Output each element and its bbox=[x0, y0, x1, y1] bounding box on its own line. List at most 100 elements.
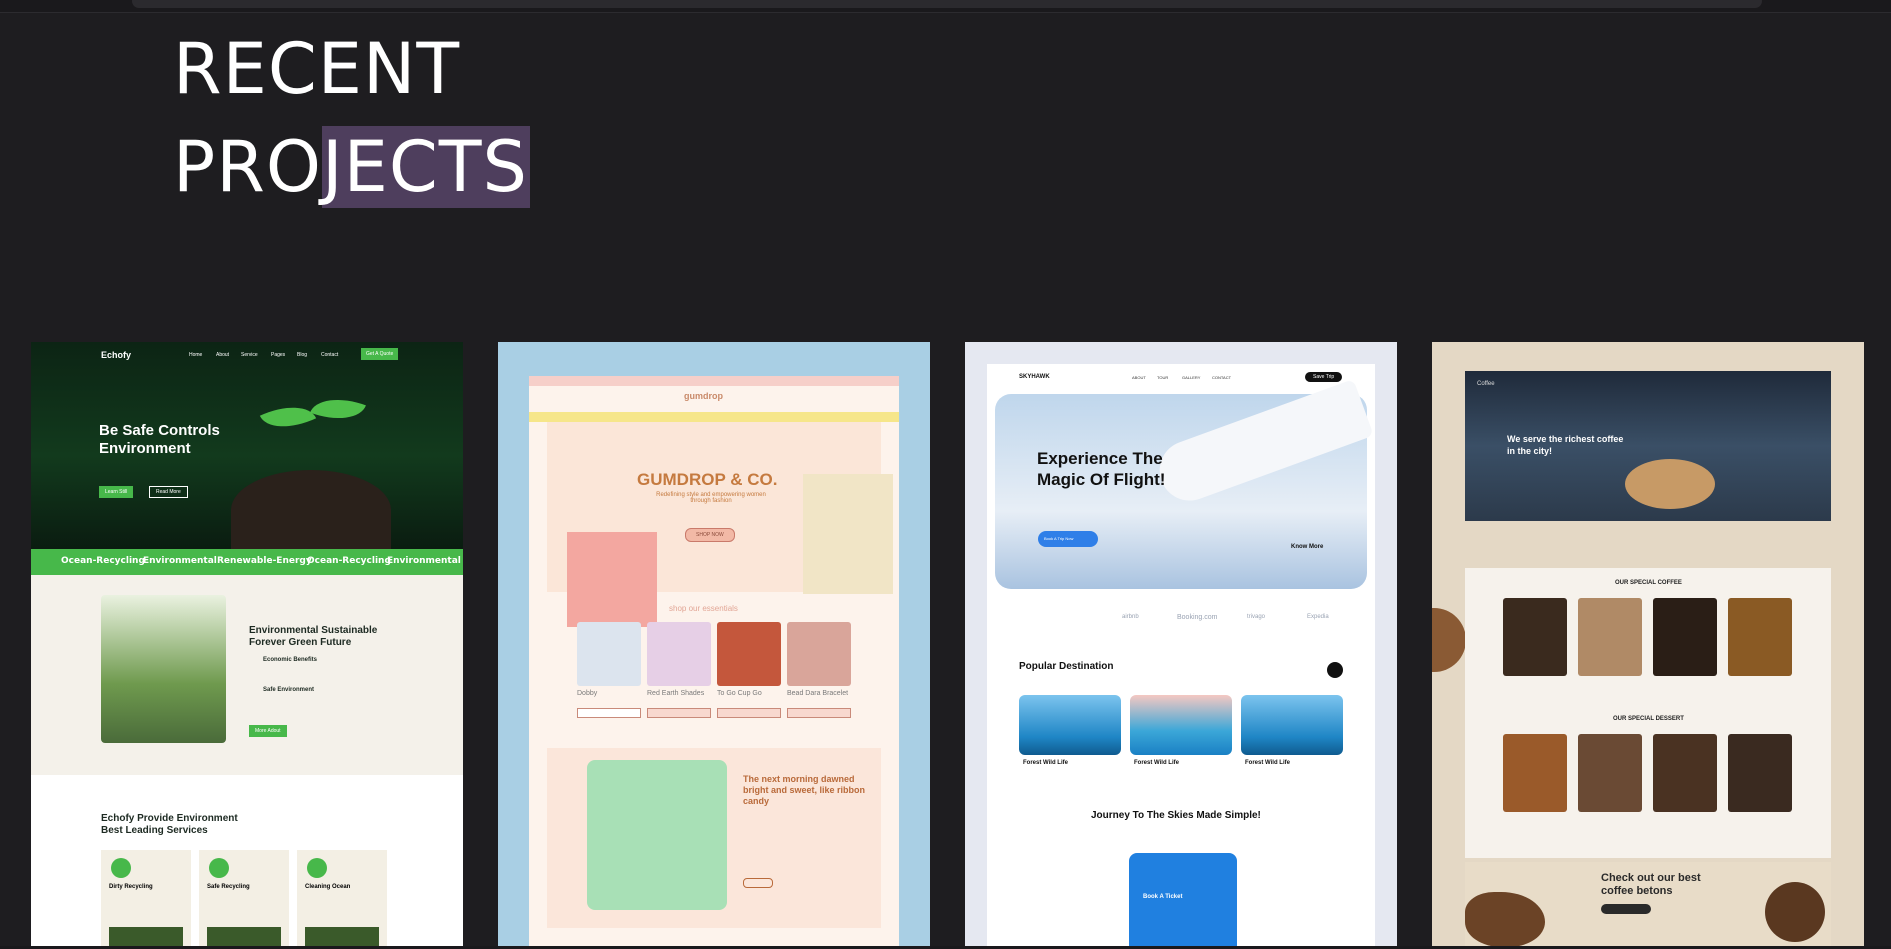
gumdrop-feature-title: The next morning dawned bright and sweet… bbox=[743, 774, 866, 806]
dessert-item[interactable] bbox=[1653, 734, 1717, 812]
echofy-cta-button[interactable]: Get A Quote bbox=[361, 348, 399, 360]
dessert-item[interactable] bbox=[1578, 734, 1642, 812]
skyhawk-nav-tour[interactable]: TOUR bbox=[1157, 375, 1168, 380]
coffee-bean-image bbox=[1432, 608, 1466, 672]
strip-item: Ocean-Recycling bbox=[307, 556, 391, 566]
announcement-bar bbox=[529, 376, 899, 386]
skyhawk-journey-title: Journey To The Skies Made Simple! bbox=[1091, 810, 1261, 821]
product-name: Bead Dara Bracelet bbox=[787, 690, 849, 697]
skyhawk-save-button[interactable]: Save Trip bbox=[1305, 372, 1343, 382]
skyhawk-logo: SKYHAWK bbox=[1019, 374, 1050, 380]
strip-item: Environmental bbox=[387, 556, 461, 566]
beans-image bbox=[1765, 882, 1825, 942]
skyhawk-nav-gallery[interactable]: GALLERY bbox=[1182, 375, 1200, 380]
destination-name: Forest Wild Life bbox=[1134, 760, 1179, 766]
add-to-cart-button[interactable] bbox=[647, 708, 711, 718]
plant-leaf-icon bbox=[259, 394, 317, 440]
model-photo bbox=[803, 474, 893, 594]
ticket-label: Book A Ticket bbox=[1143, 894, 1183, 900]
model-photo bbox=[567, 532, 657, 627]
destination-card[interactable] bbox=[1241, 695, 1343, 755]
echofy-hero: Echofy Home About Service Pages Blog Con… bbox=[31, 342, 463, 550]
product-name: To Go Cup Go bbox=[717, 690, 762, 697]
add-to-cart-button[interactable] bbox=[577, 708, 641, 718]
plant-leaf-icon bbox=[310, 388, 366, 430]
coffee-item[interactable] bbox=[1728, 598, 1792, 676]
skyhawk-book-button[interactable]: Book A Trip Now bbox=[1038, 531, 1098, 547]
service-card[interactable]: Safe Recycling bbox=[199, 850, 289, 949]
echofy-logo: Echofy bbox=[101, 350, 132, 360]
coffee-item[interactable] bbox=[1653, 598, 1717, 676]
skyhawk-know-more[interactable]: Know More bbox=[1291, 544, 1323, 550]
echofy-services-title: Echofy Provide Environment Best Leading … bbox=[101, 813, 238, 836]
heading-line-2-plain: PRO bbox=[173, 126, 322, 208]
next-arrow-icon[interactable] bbox=[1327, 662, 1343, 678]
coffee-promo-button[interactable] bbox=[1601, 904, 1651, 914]
gumdrop-shop-button[interactable]: SHOP NOW bbox=[685, 528, 735, 542]
skyhawk-hero-title: Experience The Magic Of Flight! bbox=[1037, 449, 1166, 489]
project-card-coffee[interactable]: Coffee We serve the richest coffee in th… bbox=[1432, 342, 1864, 949]
gumdrop-section-title: shop our essentials bbox=[669, 604, 738, 613]
add-to-cart-button[interactable] bbox=[717, 708, 781, 718]
ocean-icon bbox=[307, 858, 327, 878]
gumdrop-logo: gumdrop bbox=[684, 391, 723, 401]
product-card[interactable] bbox=[577, 622, 641, 686]
echofy-nav-blog[interactable]: Blog bbox=[297, 352, 307, 358]
service-title: Safe Recycling bbox=[207, 884, 250, 890]
echofy-about: Environmental Sustainable Forever Green … bbox=[31, 575, 463, 775]
coffee-hero: Coffee We serve the richest coffee in th… bbox=[1465, 371, 1831, 521]
echofy-point-2: Safe Environment bbox=[263, 687, 315, 693]
echofy-nav-contact[interactable]: Contact bbox=[321, 352, 338, 358]
echofy-nav-about[interactable]: About bbox=[216, 352, 229, 358]
project-card-echofy[interactable]: Echofy Home About Service Pages Blog Con… bbox=[31, 342, 463, 949]
project-card-gumdrop[interactable]: gumdrop GUMDROP & CO. Redefining style a… bbox=[498, 342, 930, 949]
service-card[interactable]: Cleaning Ocean bbox=[297, 850, 387, 949]
echofy-more-button[interactable]: More Adout bbox=[249, 725, 287, 737]
skyhawk-nav-about[interactable]: ABOUT bbox=[1132, 375, 1146, 380]
destination-name: Forest Wild Life bbox=[1023, 760, 1068, 766]
gumdrop-feature-button[interactable] bbox=[743, 878, 773, 888]
coffee-logo: Coffee bbox=[1477, 381, 1495, 387]
echofy-read-button[interactable]: Read More bbox=[149, 486, 188, 498]
heading-line-2: PROJECTS bbox=[173, 118, 530, 216]
beans-image bbox=[1465, 892, 1545, 947]
product-card[interactable] bbox=[647, 622, 711, 686]
project-card-skyhawk[interactable]: SKYHAWK ABOUT TOUR GALLERY CONTACT Save … bbox=[965, 342, 1397, 949]
ticket-card[interactable]: Book A Ticket bbox=[1129, 853, 1237, 949]
echofy-about-title: Environmental Sustainable Forever Green … bbox=[249, 625, 378, 648]
gumdrop-hero-sub: Redefining style and empowering women th… bbox=[656, 492, 766, 504]
coffee-promo: Check out our best coffee betons bbox=[1465, 862, 1831, 949]
gumdrop-feature: The next morning dawned bright and sweet… bbox=[547, 748, 881, 928]
partner-logo: Expedia bbox=[1307, 614, 1329, 620]
echofy-nav-pages[interactable]: Pages bbox=[271, 352, 285, 358]
earth-car-image bbox=[101, 595, 226, 743]
service-title: Cleaning Ocean bbox=[305, 884, 351, 890]
destination-card[interactable] bbox=[1130, 695, 1232, 755]
echofy-nav-home[interactable]: Home bbox=[189, 352, 202, 358]
service-title: Dirty Recycling bbox=[109, 884, 153, 890]
product-card[interactable] bbox=[787, 622, 851, 686]
echofy-nav-service[interactable]: Service bbox=[241, 352, 258, 358]
address-bar[interactable] bbox=[132, 0, 1762, 8]
echofy-point-1: Economic Benefits bbox=[263, 657, 318, 663]
coffee-promo-title: Check out our best coffee betons bbox=[1601, 872, 1701, 897]
echofy-learn-button[interactable]: Learn Still bbox=[99, 486, 134, 498]
coffee-section-1: OUR SPECIAL COFFEE bbox=[1615, 580, 1682, 586]
product-card[interactable] bbox=[717, 622, 781, 686]
coffee-item[interactable] bbox=[1503, 598, 1567, 676]
service-card[interactable]: Dirty Recycling bbox=[101, 850, 191, 949]
airplane-image bbox=[1151, 379, 1374, 509]
dessert-item[interactable] bbox=[1503, 734, 1567, 812]
model-photo bbox=[587, 760, 727, 910]
skyhawk-nav-contact[interactable]: CONTACT bbox=[1212, 375, 1231, 380]
skyhawk-hero: Experience The Magic Of Flight! Book A T… bbox=[995, 379, 1374, 589]
destination-card[interactable] bbox=[1019, 695, 1121, 755]
partner-logo: Booking.com bbox=[1177, 614, 1218, 621]
strip-item: Ocean-Recycling bbox=[61, 556, 145, 566]
dessert-item[interactable] bbox=[1728, 734, 1792, 812]
add-to-cart-button[interactable] bbox=[787, 708, 851, 718]
coffee-item[interactable] bbox=[1578, 598, 1642, 676]
soil-image bbox=[231, 470, 391, 550]
product-name: Dobby bbox=[577, 690, 598, 697]
partner-logo: trivago bbox=[1247, 614, 1266, 620]
